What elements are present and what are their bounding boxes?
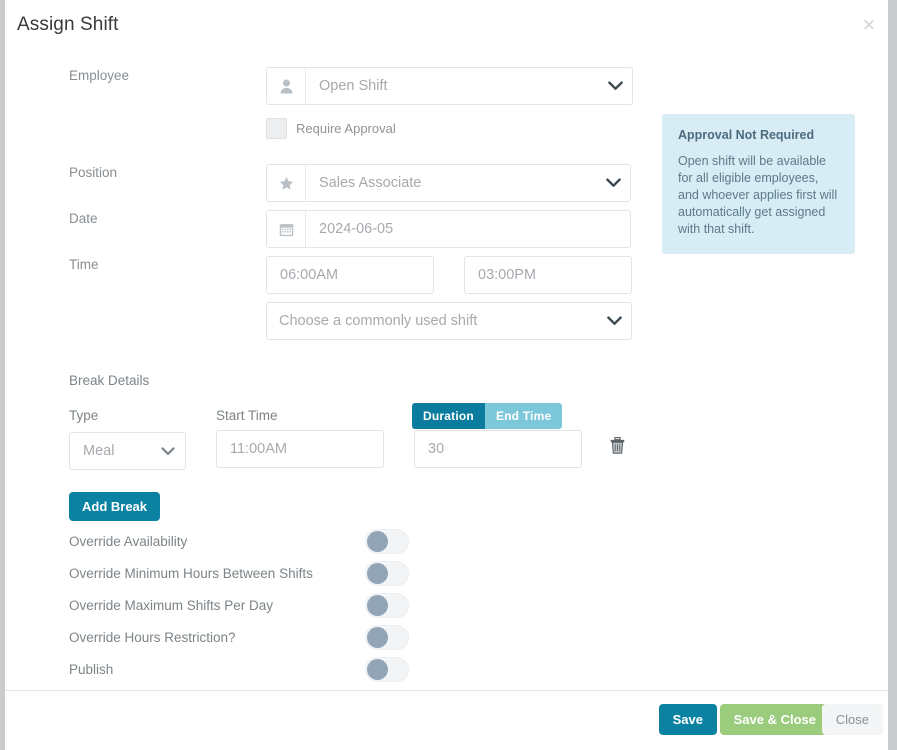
toggle-label: Override Hours Restriction? bbox=[69, 630, 236, 645]
toggle-label: Override Maximum Shifts Per Day bbox=[69, 598, 274, 613]
date-value[interactable]: 2024-06-05 bbox=[306, 211, 630, 247]
override-availability-toggle[interactable] bbox=[365, 529, 409, 554]
require-approval-checkbox[interactable] bbox=[266, 118, 287, 139]
save-close-button[interactable]: Save & Close bbox=[719, 704, 830, 735]
toggle-label: Override Minimum Hours Between Shifts bbox=[69, 566, 313, 581]
toggle-row-override-min-hours[interactable]: Override Minimum Hours Between Shifts bbox=[69, 561, 409, 586]
approval-info-panel: Approval Not Required Open shift will be… bbox=[662, 114, 855, 254]
modal-header: Assign Shift × bbox=[5, 0, 892, 48]
start-time-input[interactable]: 06:00AM bbox=[266, 256, 434, 294]
assign-shift-modal: Assign Shift × Employee Open Shift Requi… bbox=[4, 0, 893, 750]
chevron-down-icon[interactable] bbox=[597, 303, 631, 339]
position-value: Sales Associate bbox=[319, 175, 422, 191]
user-icon bbox=[267, 68, 306, 104]
info-panel-body: Open shift will be available for all eli… bbox=[678, 154, 838, 236]
break-type-label: Type bbox=[69, 408, 99, 423]
close-button[interactable]: Close bbox=[821, 704, 883, 735]
time-label: Time bbox=[69, 257, 99, 272]
info-panel-heading: Approval Not Required bbox=[678, 128, 815, 142]
position-label: Position bbox=[69, 165, 118, 180]
chevron-down-icon[interactable] bbox=[151, 446, 185, 456]
chevron-down-icon[interactable] bbox=[598, 68, 632, 104]
date-label: Date bbox=[69, 211, 98, 226]
scrollbar[interactable] bbox=[888, 0, 892, 750]
toggle-row-override-availability[interactable]: Override Availability bbox=[69, 529, 409, 554]
employee-select[interactable]: Open Shift bbox=[266, 67, 633, 105]
employee-value: Open Shift bbox=[319, 78, 388, 94]
toggle-label: Override Availability bbox=[69, 534, 188, 549]
override-hours-restriction-toggle[interactable] bbox=[365, 625, 409, 650]
toggle-row-publish[interactable]: Publish bbox=[69, 657, 409, 682]
toggle-row-override-hours-restriction[interactable]: Override Hours Restriction? bbox=[69, 625, 409, 650]
break-duration-input[interactable]: 30 bbox=[414, 430, 582, 468]
common-shift-select[interactable]: Choose a commonly used shift bbox=[266, 302, 632, 340]
break-type-select[interactable]: Meal bbox=[69, 432, 186, 470]
page-title: Assign Shift bbox=[17, 14, 119, 35]
segment-duration[interactable]: Duration bbox=[412, 403, 485, 429]
add-break-button[interactable]: Add Break bbox=[69, 492, 161, 521]
star-icon bbox=[267, 165, 306, 201]
date-field-group[interactable]: 2024-06-05 bbox=[266, 210, 631, 248]
break-type-value: Meal bbox=[83, 443, 115, 459]
override-minimum-hours-toggle[interactable] bbox=[365, 561, 409, 586]
chevron-down-icon[interactable] bbox=[596, 165, 630, 201]
break-start-time-input[interactable]: 11:00AM bbox=[216, 430, 384, 468]
require-approval-label: Require Approval bbox=[296, 121, 396, 136]
break-details-title: Break Details bbox=[69, 373, 150, 388]
end-time-input[interactable]: 03:00PM bbox=[464, 256, 632, 294]
toggle-knob bbox=[367, 595, 388, 616]
employee-label: Employee bbox=[69, 68, 130, 83]
trash-icon[interactable] bbox=[610, 437, 625, 459]
calendar-icon bbox=[267, 211, 306, 247]
publish-toggle[interactable] bbox=[365, 657, 409, 682]
toggle-knob bbox=[367, 563, 388, 584]
common-shift-placeholder: Choose a commonly used shift bbox=[279, 313, 478, 329]
modal-body: Employee Open Shift Require Approval Pos… bbox=[5, 48, 892, 690]
toggle-knob bbox=[367, 531, 388, 552]
toggle-row-override-max-shifts[interactable]: Override Maximum Shifts Per Day bbox=[69, 593, 409, 618]
position-select[interactable]: Sales Associate bbox=[266, 164, 631, 202]
break-start-time-label: Start Time bbox=[216, 408, 278, 423]
toggle-knob bbox=[367, 659, 388, 680]
save-button[interactable]: Save bbox=[658, 704, 717, 735]
modal-footer: Save Save & Close Close bbox=[5, 690, 892, 750]
override-maximum-shifts-toggle[interactable] bbox=[365, 593, 409, 618]
close-icon[interactable]: × bbox=[860, 16, 878, 34]
require-approval-row[interactable]: Require Approval bbox=[266, 118, 396, 139]
segment-end-time[interactable]: End Time bbox=[484, 403, 563, 429]
duration-endtime-toggle[interactable]: Duration End Time bbox=[412, 403, 563, 429]
toggle-label: Publish bbox=[69, 662, 114, 677]
toggle-knob bbox=[367, 627, 388, 648]
